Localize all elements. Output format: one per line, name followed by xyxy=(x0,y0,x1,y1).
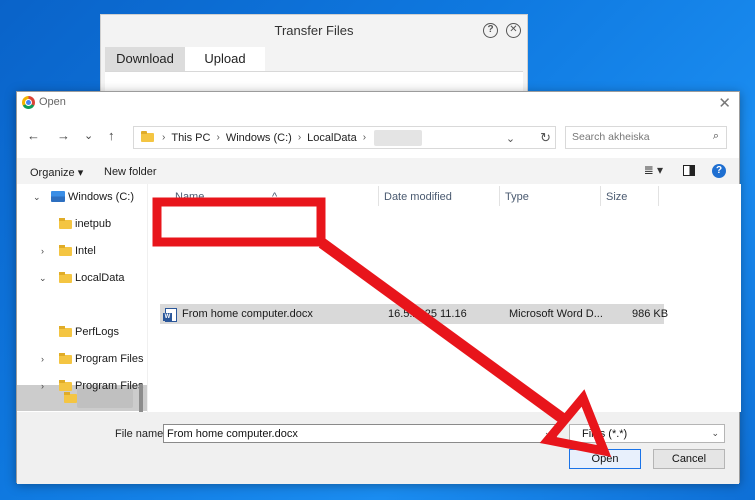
file-name-dropdown-icon[interactable]: ⌄ xyxy=(544,427,552,438)
close-icon[interactable]: ✕ xyxy=(506,23,521,38)
file-type-select[interactable]: Files (*.*) ⌄ xyxy=(569,424,725,443)
file-name: From home computer.docx xyxy=(182,308,313,320)
chevron-right-icon[interactable]: › xyxy=(41,246,44,256)
tree-label: Windows (C:) xyxy=(68,191,135,203)
tree-label: Program Files xyxy=(75,380,144,392)
file-name-label: File name: xyxy=(115,428,167,440)
view-options-icon[interactable]: ≣ ▾ xyxy=(644,163,663,177)
column-divider[interactable] xyxy=(378,186,379,206)
address-dropdown-icon[interactable]: ⌄ xyxy=(506,133,515,145)
folder-icon xyxy=(59,380,72,391)
folder-icon xyxy=(59,245,72,256)
search-input[interactable]: Search akheiska ⌕ xyxy=(565,126,727,149)
tree-label: PerfLogs xyxy=(75,326,120,338)
column-divider[interactable] xyxy=(499,186,500,206)
drive-icon xyxy=(51,191,65,202)
breadcrumb-windows-c[interactable]: Windows (C:) xyxy=(226,132,292,144)
chevron-down-icon[interactable]: ⌄ xyxy=(39,273,47,284)
file-name-field[interactable]: From home computer.docx xyxy=(163,424,557,443)
tree-item-perflogs[interactable]: PerfLogs xyxy=(17,319,147,345)
column-headers: ^ Name Date modified Type Size xyxy=(148,184,741,208)
folder-icon xyxy=(59,353,72,364)
breadcrumb-redacted xyxy=(374,129,423,146)
file-list: ^ Name Date modified Type Size From home… xyxy=(148,184,741,412)
chevron-down-icon[interactable]: ⌄ xyxy=(33,192,41,203)
up-arrow-icon[interactable]: ↑ xyxy=(108,128,115,143)
tree-item-program-files[interactable]: › Program Files xyxy=(17,346,147,372)
tree-label: LocalData xyxy=(75,272,125,284)
tab-download[interactable]: Download xyxy=(105,47,185,71)
file-size: 986 KB xyxy=(632,308,669,320)
organize-button[interactable]: Organize ▾ xyxy=(30,166,83,179)
tree-item-program-files-x86[interactable]: › Program Files xyxy=(17,373,147,399)
file-type: Microsoft Word D... xyxy=(509,308,603,320)
tree-item-intel[interactable]: › Intel xyxy=(17,238,147,264)
file-date: 16.5.2025 11.16 xyxy=(388,308,467,320)
recent-locations-icon[interactable]: ⌄ xyxy=(84,129,93,142)
address-bar[interactable]: › This PC › Windows (C:) › LocalData › ⌄… xyxy=(133,126,556,149)
column-type[interactable]: Type xyxy=(505,191,529,203)
transfer-window-title: Transfer Files xyxy=(274,23,354,38)
column-date-modified[interactable]: Date modified xyxy=(384,191,452,203)
search-icon[interactable]: ⌕ xyxy=(713,130,719,143)
preview-pane-icon[interactable] xyxy=(683,165,695,176)
new-folder-button[interactable]: New folder xyxy=(104,166,157,178)
sidebar-scrollbar[interactable] xyxy=(139,384,143,412)
file-type-value: Files (*.*) xyxy=(582,428,628,440)
navigation-bar: ← → ⌄ ↑ › This PC › Windows (C:) › Local… xyxy=(17,114,739,158)
back-arrow-icon[interactable]: ← xyxy=(27,128,40,143)
dialog-titlebar: Open ✕ xyxy=(17,92,739,114)
column-size[interactable]: Size xyxy=(606,191,627,203)
open-button[interactable]: Open xyxy=(569,449,641,469)
refresh-icon[interactable]: ↻ xyxy=(540,130,551,145)
dialog-footer: File name: From home computer.docx ⌄ Fil… xyxy=(17,412,739,484)
breadcrumb-sep: › xyxy=(362,132,367,143)
navigation-pane: ⌄ Windows (C:) inetpub › Intel ⌄ LocalDa… xyxy=(17,184,147,412)
command-bar: Organize ▾ New folder ≣ ▾ ? xyxy=(17,158,739,184)
breadcrumb-this-pc[interactable]: This PC xyxy=(171,132,210,144)
help-icon[interactable]: ? xyxy=(483,23,498,38)
column-divider[interactable] xyxy=(600,186,601,206)
chevron-down-icon[interactable]: ⌄ xyxy=(711,428,719,439)
tree-item-localdata[interactable]: ⌄ LocalData xyxy=(17,265,147,291)
tree-item-inetpub[interactable]: inetpub xyxy=(17,211,147,237)
open-dialog: Open ✕ ← → ⌄ ↑ › This PC › Windows (C:) … xyxy=(16,91,741,484)
breadcrumb-sep: › xyxy=(297,132,302,143)
folder-icon xyxy=(141,131,154,142)
forward-arrow-icon[interactable]: → xyxy=(57,128,70,143)
column-name[interactable]: Name xyxy=(175,191,204,203)
column-divider[interactable] xyxy=(658,186,659,206)
chevron-right-icon[interactable]: › xyxy=(41,381,44,391)
folder-icon xyxy=(59,326,72,337)
sort-ascending-icon: ^ xyxy=(272,191,278,203)
search-placeholder: Search akheiska xyxy=(572,131,650,143)
breadcrumb-localdata[interactable]: LocalData xyxy=(307,132,357,144)
dialog-close-icon[interactable]: ✕ xyxy=(718,94,731,112)
breadcrumb-sep: › xyxy=(162,132,166,143)
tree-item-windows-c[interactable]: ⌄ Windows (C:) xyxy=(17,184,147,210)
chevron-right-icon[interactable]: › xyxy=(41,354,44,364)
tree-label: Intel xyxy=(75,245,96,257)
file-row[interactable]: From home computer.docx 16.5.2025 11.16 … xyxy=(160,304,668,324)
breadcrumb-sep: › xyxy=(216,132,220,143)
dialog-title: Open xyxy=(39,96,66,108)
tab-upload[interactable]: Upload xyxy=(185,47,265,71)
word-document-icon xyxy=(163,308,177,322)
cancel-button[interactable]: Cancel xyxy=(653,449,725,469)
folder-icon xyxy=(59,218,72,229)
tree-label: Program Files xyxy=(75,353,144,365)
folder-icon xyxy=(59,272,72,283)
chrome-icon xyxy=(22,96,35,109)
help-icon[interactable]: ? xyxy=(712,164,726,178)
tree-label: inetpub xyxy=(75,218,112,230)
